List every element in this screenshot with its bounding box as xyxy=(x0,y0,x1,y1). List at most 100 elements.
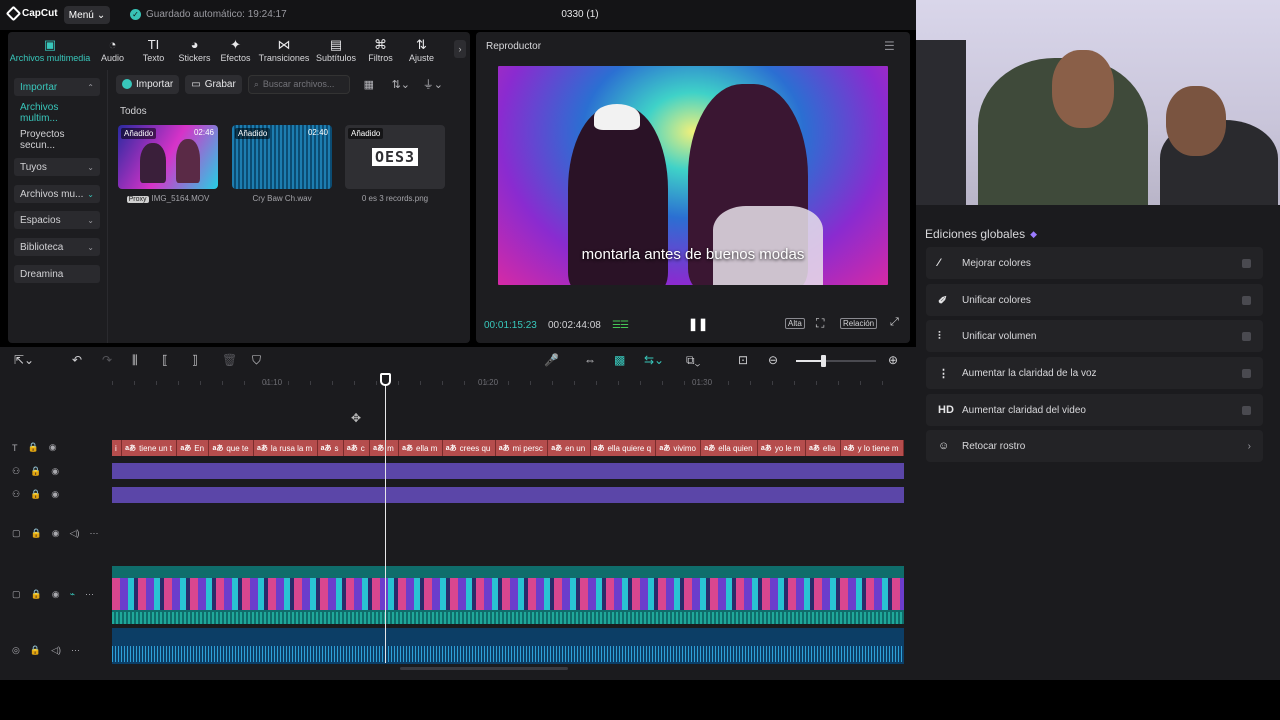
playhead-handle[interactable] xyxy=(380,373,391,386)
split-left-icon[interactable]: ⟦ xyxy=(162,353,168,367)
zoom-slider-handle[interactable] xyxy=(821,355,826,367)
tab-ajuste[interactable]: ⇅ Ajuste xyxy=(401,32,442,68)
hamburger-menu-icon[interactable]: ☰ xyxy=(884,39,895,53)
sort-icon[interactable]: ⇅⌄ xyxy=(388,78,414,91)
more-icon[interactable]: ⋯ xyxy=(90,528,99,539)
auto-snap-icon[interactable]: ⇆⌄ xyxy=(644,353,664,367)
effect-clip[interactable] xyxy=(112,487,904,503)
text-clip[interactable]: aあ yo le m xyxy=(758,440,806,456)
tab-archivos-multimedia[interactable]: ▣ Archivos multimedia xyxy=(8,32,92,68)
edit-claridad-voz[interactable]: ⋮ Aumentar la claridad de la voz xyxy=(926,357,1263,389)
view-toggle-icon[interactable]: ▦ xyxy=(356,78,382,91)
pause-button[interactable]: ❚❚ xyxy=(688,317,708,331)
sidebar-item-espacios[interactable]: Espacios ⌄ xyxy=(14,211,100,229)
tabs-scroll-right-button[interactable]: › xyxy=(454,40,466,58)
tab-stickers[interactable]: ◕ Stickers xyxy=(174,32,215,68)
zoom-slider[interactable] xyxy=(796,355,876,367)
more-icon[interactable]: ⋯ xyxy=(85,589,94,600)
fit-timeline-icon[interactable]: ⊡ xyxy=(738,353,748,367)
microphone-icon[interactable]: 🎤 xyxy=(544,353,559,367)
text-clip[interactable]: aあ en un xyxy=(548,440,591,456)
redo-icon[interactable]: ↷ xyxy=(102,353,112,367)
lock-icon[interactable]: 🔒 xyxy=(31,528,42,539)
text-clip[interactable]: aあ ella xyxy=(806,440,841,456)
text-clip[interactable]: aあ mi persc xyxy=(496,440,549,456)
speaker-icon[interactable]: ◁) xyxy=(51,645,61,656)
text-clip[interactable]: aあ la rusa la m xyxy=(254,440,318,456)
effect-clip[interactable] xyxy=(112,463,904,479)
preview-axis-icon[interactable]: ⧉⌄ xyxy=(686,353,700,368)
text-clip[interactable]: aあ tiene un t xyxy=(122,440,178,456)
text-clip[interactable]: aあ que te xyxy=(209,440,254,456)
lock-icon[interactable]: 🔒 xyxy=(30,489,41,500)
video-clip[interactable] xyxy=(112,566,904,624)
text-clip[interactable]: aあ En xyxy=(177,440,210,456)
toggle[interactable] xyxy=(1242,295,1251,305)
lock-icon[interactable]: 🔒 xyxy=(31,589,42,600)
eye-icon[interactable]: ◉ xyxy=(51,466,59,477)
toggle[interactable] xyxy=(1242,331,1251,341)
edit-unificar-colores[interactable]: ✐ Unificar colores xyxy=(926,284,1263,316)
text-clip[interactable]: aあ c xyxy=(344,440,371,456)
sidebar-item-biblioteca[interactable]: Biblioteca ⌄ xyxy=(14,238,100,256)
text-clip[interactable]: i xyxy=(112,440,123,456)
sidebar-item-dreamina[interactable]: Dreamina xyxy=(14,265,100,283)
select-cursor-icon[interactable]: ⇱⌄ xyxy=(14,353,34,367)
search-input[interactable]: ⌕ Buscar archivos... xyxy=(247,74,350,94)
edit-mejorar-colores[interactable]: ⁄ Mejorar colores xyxy=(926,247,1263,279)
shield-icon[interactable]: ⛉ xyxy=(252,353,261,368)
magnet-icon[interactable]: ▩ xyxy=(614,353,625,367)
text-clip[interactable]: aあ crees qu xyxy=(443,440,496,456)
speaker-icon[interactable]: ◁) xyxy=(70,528,80,539)
video-preview[interactable]: montarla antes de buenos modas xyxy=(498,66,888,285)
text-clip[interactable]: aあ ella quiere q xyxy=(591,440,657,456)
audio-clip[interactable] xyxy=(112,628,904,664)
tab-transiciones[interactable]: ⋈ Transiciones xyxy=(256,32,312,68)
lock-icon[interactable]: 🔒 xyxy=(30,645,41,656)
filter-icon[interactable]: ⏚⌄ xyxy=(420,76,446,92)
tab-subtitulos[interactable]: ▤ Subtítulos xyxy=(312,32,360,68)
media-item-video[interactable]: Añadido 02:46 Proxy IMG_5164.MOV xyxy=(118,125,218,203)
record-button[interactable]: ▭ Grabar xyxy=(185,74,242,94)
tab-audio[interactable]: ◔ Audio xyxy=(92,32,133,68)
undo-icon[interactable]: ↶ xyxy=(72,353,82,367)
split-right-icon[interactable]: ⟧ xyxy=(192,353,198,367)
sidebar-item-proyectos-secundarios[interactable]: Proyectos secun... xyxy=(14,129,100,151)
text-clip[interactable]: aあ y lo tiene m xyxy=(841,440,904,456)
crop-icon[interactable]: ⛶ xyxy=(816,316,824,331)
timeline-scrollbar[interactable] xyxy=(400,667,568,670)
sidebar-item-tuyos[interactable]: Tuyos ⌄ xyxy=(14,158,100,176)
lock-icon[interactable]: 🔒 xyxy=(28,442,39,453)
eye-icon[interactable]: ◉ xyxy=(52,589,60,600)
time-ruler[interactable]: 01:10 01:20 01:30 xyxy=(112,375,904,389)
sidebar-item-importar[interactable]: Importar ⌃ xyxy=(14,78,100,96)
import-button[interactable]: Importar xyxy=(116,74,180,94)
media-item-audio[interactable]: Añadido 02:40 Cry Baw Ch.wav xyxy=(232,125,332,203)
edit-retocar-rostro[interactable]: ☺ Retocar rostro › xyxy=(926,430,1263,462)
more-icon[interactable]: ⋯ xyxy=(71,645,80,656)
delete-icon[interactable]: 🗑 xyxy=(222,353,237,367)
eye-icon[interactable]: ◉ xyxy=(51,489,59,500)
link-clips-icon[interactable]: ⇔ xyxy=(584,353,596,367)
lock-icon[interactable]: 🔒 xyxy=(30,466,41,477)
tab-efectos[interactable]: ✦ Efectos xyxy=(215,32,256,68)
text-clip[interactable]: aあ ella m xyxy=(399,440,443,456)
text-clip[interactable]: aあ s xyxy=(318,440,344,456)
edit-claridad-video[interactable]: HD Aumentar claridad del video xyxy=(926,394,1263,426)
sidebar-item-archivos-multimedia[interactable]: Archivos multim... xyxy=(14,102,100,124)
zoom-out-icon[interactable]: ⊖ xyxy=(768,353,778,367)
toggle[interactable] xyxy=(1242,405,1251,415)
quality-button[interactable]: Alta xyxy=(785,318,805,329)
sidebar-item-archivos-mu[interactable]: Archivos mu... ⌄ xyxy=(14,185,100,203)
text-clip[interactable]: aあ ella quien xyxy=(701,440,758,456)
split-icon[interactable]: ⫼ xyxy=(132,353,138,368)
aspect-ratio-button[interactable]: Relación xyxy=(840,318,878,329)
text-clip[interactable]: aあ vivimo xyxy=(656,440,702,456)
tab-texto[interactable]: TI Texto xyxy=(133,32,174,68)
tab-filtros[interactable]: ⌘ Filtros xyxy=(360,32,401,68)
edit-unificar-volumen[interactable]: ⫶ Unificar volumen xyxy=(926,320,1263,352)
playhead[interactable] xyxy=(380,373,391,663)
menu-button[interactable]: Menú ⌄ xyxy=(64,6,110,24)
toggle[interactable] xyxy=(1242,258,1251,268)
eye-icon[interactable]: ◉ xyxy=(49,442,57,453)
